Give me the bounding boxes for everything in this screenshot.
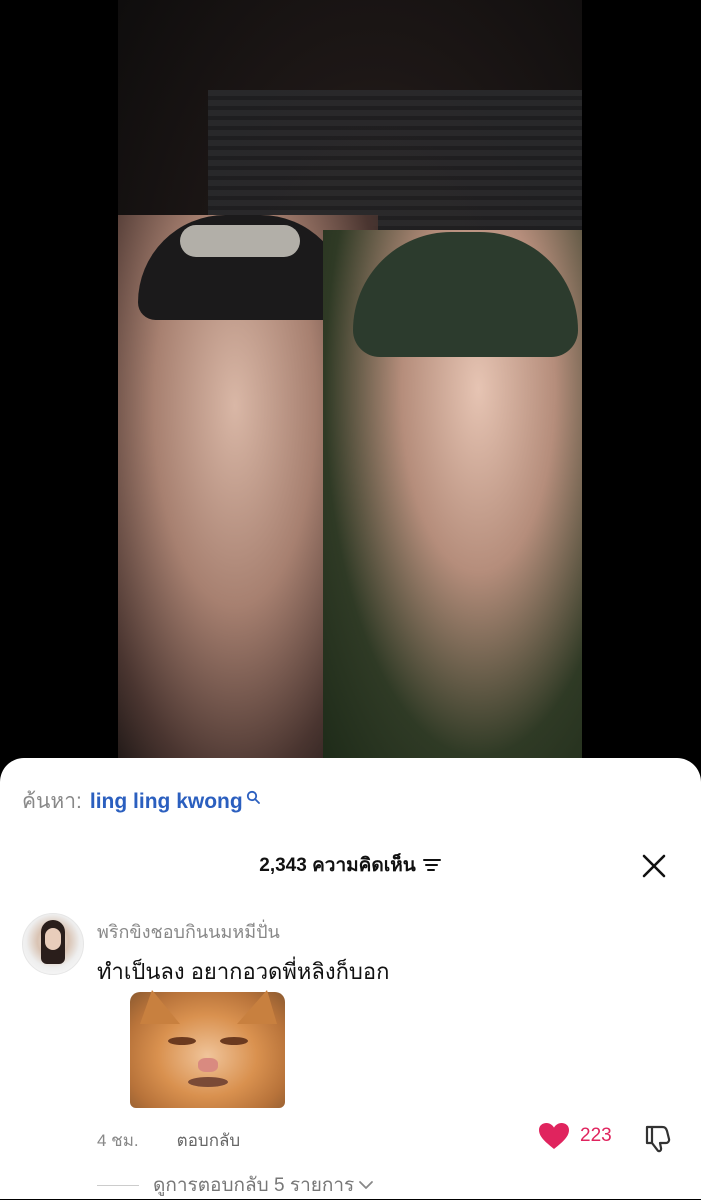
sticker-ear-left xyxy=(140,990,180,1024)
cap-logo xyxy=(180,225,300,257)
search-term-link[interactable]: ling ling kwong xyxy=(90,790,243,814)
view-replies-label: ดูการตอบกลับ 5 รายการ xyxy=(153,1175,355,1196)
avatar[interactable] xyxy=(22,913,84,975)
dislike-icon[interactable] xyxy=(642,1122,674,1154)
heart-icon[interactable] xyxy=(538,1122,570,1150)
comment-text: ทำเป็นลง อยากอวดพี่หลิงก็บอก xyxy=(97,959,390,984)
replies-divider xyxy=(97,1184,139,1186)
like-count: 223 xyxy=(580,1125,612,1146)
comment-sticker-image[interactable] xyxy=(130,990,285,1108)
view-replies-button[interactable]: ดูการตอบกลับ 5 รายการ xyxy=(97,1170,374,1200)
comments-count-header: 2,343 ความคิดเห็น xyxy=(0,850,701,880)
sticker-ear-right xyxy=(237,990,277,1024)
video-frame[interactable] xyxy=(118,0,582,760)
avatar-face xyxy=(45,928,61,950)
comment-username[interactable]: พริกขิงชอบกินนมหมีปั่น xyxy=(97,917,280,946)
comment-time: 4 ชม. xyxy=(97,1131,139,1150)
comments-count: 2,343 ความคิดเห็น xyxy=(259,855,416,876)
like-button[interactable]: 223 xyxy=(538,1122,612,1150)
search-prefix: ค้นหา: xyxy=(22,790,82,813)
close-icon[interactable] xyxy=(640,852,668,880)
chevron-down-icon xyxy=(359,1181,374,1189)
sticker-mouth xyxy=(188,1077,228,1087)
sticker-nose xyxy=(198,1058,218,1072)
search-suggestion[interactable]: ค้นหา: ling ling kwong xyxy=(22,785,260,818)
sticker-eye-right xyxy=(220,1037,248,1045)
search-icon xyxy=(246,790,260,804)
reply-button[interactable]: ตอบกลับ xyxy=(177,1127,241,1154)
sort-icon[interactable] xyxy=(422,857,442,873)
comment-meta: 4 ชม. ตอบกลับ xyxy=(97,1127,240,1154)
sticker-eye-left xyxy=(168,1037,196,1045)
